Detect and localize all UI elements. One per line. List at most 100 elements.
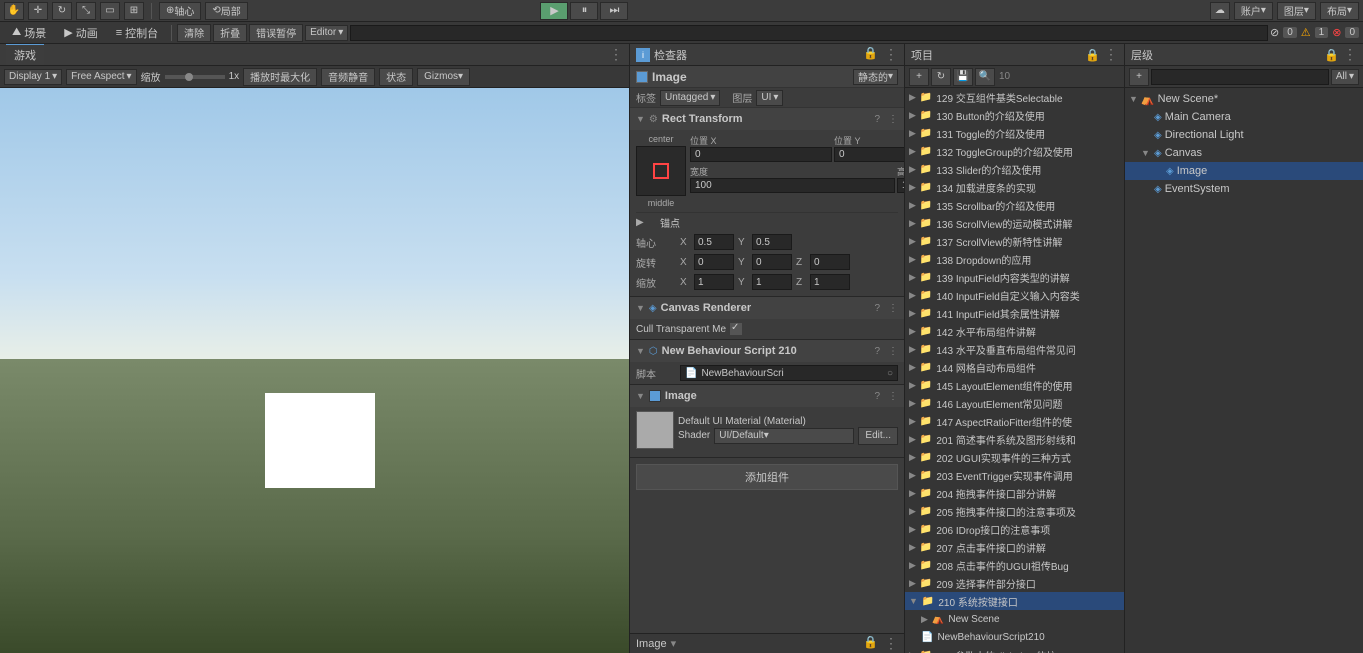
bottom-lock-icon[interactable]: 🔒: [863, 635, 878, 652]
project-list-item[interactable]: ▶📁135 Scrollbar的介绍及使用: [905, 196, 1124, 214]
project-list-item[interactable]: ▶📁209 选择事件部分接口: [905, 574, 1124, 592]
project-list-item[interactable]: 📄NewBehaviourScript210: [905, 628, 1124, 646]
project-save-btn[interactable]: 💾: [953, 68, 973, 86]
scale-z-input[interactable]: [810, 274, 850, 290]
inspector-lock-icon[interactable]: 🔒: [863, 46, 878, 63]
pivot-y-input[interactable]: [752, 234, 792, 250]
account-btn[interactable]: 账户 ▾: [1234, 2, 1273, 20]
project-list-item[interactable]: ▶📁202 UGUI实现事件的三种方式: [905, 448, 1124, 466]
console-tab[interactable]: ≡ 控制台: [108, 23, 166, 43]
pos-x-input[interactable]: [690, 147, 832, 162]
anim-tab[interactable]: ▶ 动画: [56, 23, 105, 43]
hierarchy-filter-dropdown[interactable]: All ▾: [1331, 69, 1359, 85]
layout-btn[interactable]: 布局 ▾: [1320, 2, 1359, 20]
local-btn[interactable]: ⟲ 局部: [205, 2, 247, 20]
project-list-item[interactable]: ▶📁144 网格自动布局组件: [905, 358, 1124, 376]
inspector-more-icon[interactable]: ⋮: [884, 46, 898, 63]
rotate-z-input[interactable]: [810, 254, 850, 270]
scene-tab[interactable]: ⛰ 场景: [4, 23, 54, 43]
image-comp-checkbox[interactable]: [649, 390, 661, 402]
hand-tool-btn[interactable]: ✋: [4, 2, 24, 20]
pause-button[interactable]: ⏸: [570, 2, 598, 20]
hierarchy-list-item[interactable]: ◈Directional Light: [1125, 126, 1363, 144]
script-field[interactable]: 📄 NewBehaviourScri ○: [680, 365, 898, 381]
static-dropdown[interactable]: 静态的 ▾: [853, 69, 898, 85]
display-dropdown[interactable]: Display 1 ▾: [4, 69, 62, 85]
hierarchy-list-item[interactable]: ◈EventSystem: [1125, 180, 1363, 198]
project-list-item[interactable]: ▶📁147 AspectRatioFitter组件的使: [905, 412, 1124, 430]
hierarchy-search[interactable]: [1151, 69, 1329, 85]
layer-dropdown[interactable]: UI ▾: [756, 90, 783, 106]
image-more-icon[interactable]: ⋮: [888, 391, 898, 402]
transform-tool-btn[interactable]: ⊞: [124, 2, 144, 20]
project-list-item[interactable]: ▼📁210 系统按键接口: [905, 592, 1124, 610]
rect-help-icon[interactable]: ?: [874, 114, 880, 125]
hierarchy-more-icon[interactable]: ⋮: [1343, 46, 1357, 63]
rect-transform-header[interactable]: ▼ ⚙ Rect Transform ? ⋮: [630, 108, 904, 130]
scale-x-input[interactable]: [694, 274, 734, 290]
project-more-icon[interactable]: ⋮: [1104, 46, 1118, 63]
project-list-item[interactable]: ▶📁145 LayoutElement组件的使用: [905, 376, 1124, 394]
project-list-item[interactable]: ▶📁130 Button的介绍及使用: [905, 106, 1124, 124]
project-list-item[interactable]: ▶📁207 点击事件接口的讲解: [905, 538, 1124, 556]
project-list-item[interactable]: ▶📁139 InputField内容类型的讲解: [905, 268, 1124, 286]
pos-y-input[interactable]: [834, 147, 904, 162]
project-list-item[interactable]: ▶📁133 Slider的介绍及使用: [905, 160, 1124, 178]
project-list-item[interactable]: ▶📁141 InputField其余属性讲解: [905, 304, 1124, 322]
aspect-ratio-dropdown[interactable]: Free Aspect ▾: [66, 69, 136, 85]
tag-dropdown[interactable]: Untagged ▾: [660, 90, 720, 106]
project-search-btn[interactable]: 🔍: [975, 68, 995, 86]
console-search[interactable]: [350, 25, 1268, 41]
project-list-item[interactable]: ▶📁137 ScrollView的新特性讲解: [905, 232, 1124, 250]
project-list-item[interactable]: ▶📁203 EventTrigger实现事件调用: [905, 466, 1124, 484]
project-list-item[interactable]: ▶📁204 拖拽事件接口部分讲解: [905, 484, 1124, 502]
rect-tool-btn[interactable]: ▭: [100, 2, 120, 20]
project-list-item[interactable]: ▶📁206 IDrop接口的注意事项: [905, 520, 1124, 538]
game-panel-menu[interactable]: ⋮: [609, 46, 623, 63]
height-input[interactable]: [897, 178, 904, 193]
project-lock-icon[interactable]: 🔒: [1085, 48, 1100, 62]
project-list-item[interactable]: ▶📁211 参数中的clickTime的坑: [905, 646, 1124, 653]
pivot-x-input[interactable]: [694, 234, 734, 250]
project-list-item[interactable]: ▶📁146 LayoutElement常见问题: [905, 394, 1124, 412]
image-enabled-checkbox[interactable]: [636, 71, 648, 83]
shader-dropdown[interactable]: UI/Default ▾: [714, 428, 854, 444]
scale-y-input[interactable]: [752, 274, 792, 290]
script-help-icon[interactable]: ?: [874, 346, 880, 357]
play-button[interactable]: ▶: [540, 2, 568, 20]
mute-btn[interactable]: 音频静音: [321, 68, 375, 86]
project-list-item[interactable]: ▶📁136 ScrollView的运动模式讲解: [905, 214, 1124, 232]
image-help-icon[interactable]: ?: [874, 391, 880, 402]
project-list-item[interactable]: ▶📁143 水平及垂直布局组件常见问: [905, 340, 1124, 358]
project-list-item[interactable]: ▶📁201 简述事件系统及图形射线和: [905, 430, 1124, 448]
rotate-x-input[interactable]: [694, 254, 734, 270]
canvas-renderer-header[interactable]: ▼ ◈ Canvas Renderer ? ⋮: [630, 297, 904, 319]
script-header[interactable]: ▼ ⬡ New Behaviour Script 210 ? ⋮: [630, 340, 904, 362]
maximize-btn[interactable]: 播放时最大化: [243, 68, 317, 86]
hierarchy-list-item[interactable]: ◈Image: [1125, 162, 1363, 180]
project-list-item[interactable]: ▶⛺New Scene: [905, 610, 1124, 628]
canvas-help-icon[interactable]: ?: [874, 303, 880, 314]
project-refresh-btn[interactable]: ↻: [931, 68, 951, 86]
project-list-item[interactable]: ▶📁205 拖拽事件接口的注意事项及: [905, 502, 1124, 520]
stats-btn[interactable]: 状态: [379, 68, 413, 86]
canvas-more-icon[interactable]: ⋮: [888, 303, 898, 314]
collapse-btn[interactable]: 折叠: [213, 24, 247, 42]
gizmos-btn[interactable]: Gizmos ▾: [417, 68, 470, 86]
hierarchy-list-item[interactable]: ▼◈Canvas: [1125, 144, 1363, 162]
hierarchy-list-item[interactable]: ▼⛺New Scene*: [1125, 90, 1363, 108]
add-component-btn[interactable]: 添加组件: [636, 464, 898, 490]
move-tool-btn[interactable]: ✛: [28, 2, 48, 20]
rotate-tool-btn[interactable]: ↻: [52, 2, 72, 20]
pause-on-error-btn[interactable]: 错误暂停: [249, 24, 303, 42]
step-button[interactable]: ⏭: [600, 2, 628, 20]
layers-btn[interactable]: 图层 ▾: [1277, 2, 1316, 20]
cull-checkbox[interactable]: [730, 323, 742, 335]
scale-tool-btn[interactable]: ⤡: [76, 2, 96, 20]
project-list-item[interactable]: ▶📁208 点击事件的UGUI祖传Bug: [905, 556, 1124, 574]
project-list-item[interactable]: ▶📁131 Toggle的介绍及使用: [905, 124, 1124, 142]
project-list-item[interactable]: ▶📁132 ToggleGroup的介绍及使用: [905, 142, 1124, 160]
game-tab[interactable]: 游戏: [6, 44, 44, 65]
width-input[interactable]: [690, 178, 895, 193]
zoom-slider[interactable]: [165, 75, 225, 79]
